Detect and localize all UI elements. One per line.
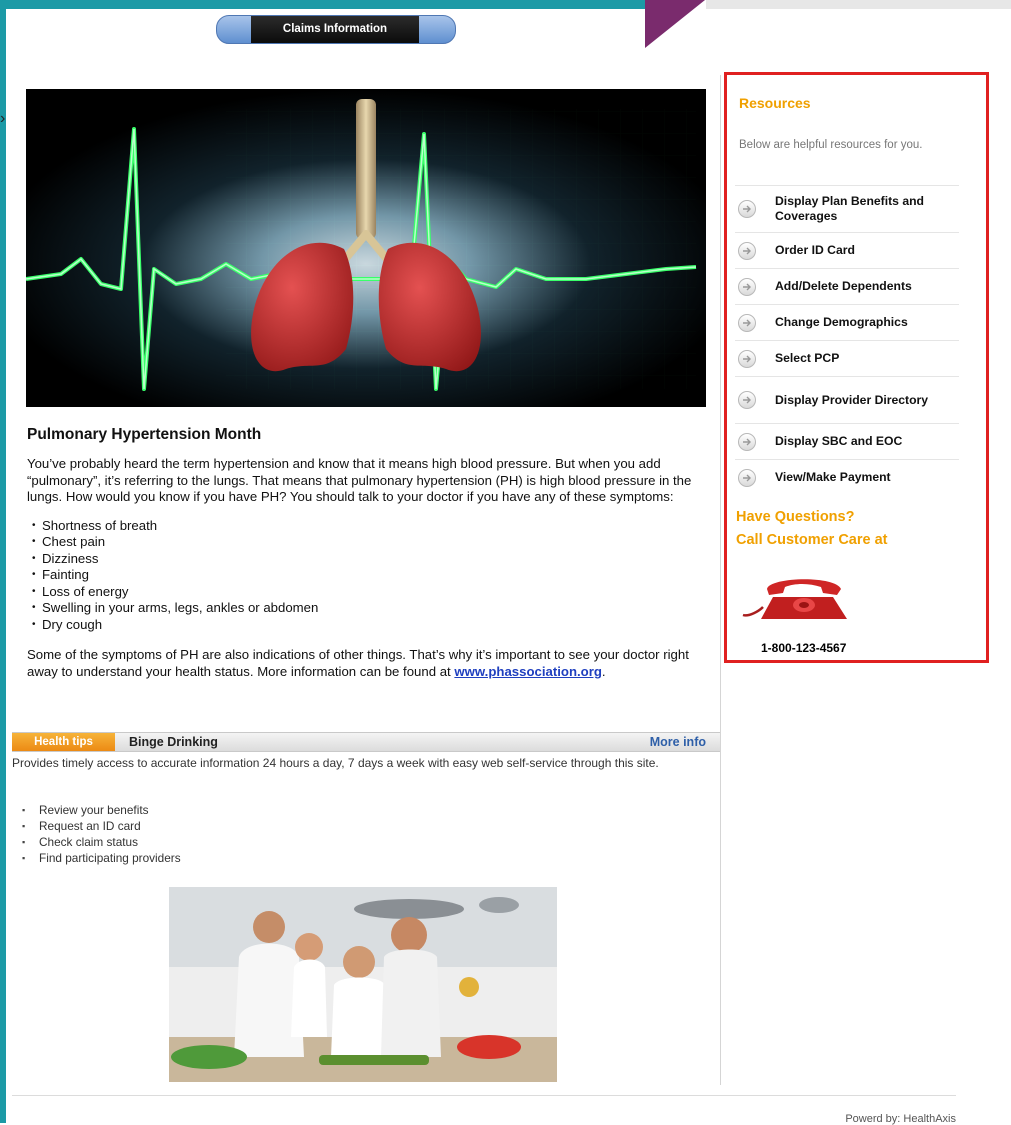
article-body: You’ve probably heard the term hypertens…	[27, 456, 717, 680]
article-title: Pulmonary Hypertension Month	[27, 426, 262, 443]
list-item: Dizziness	[27, 551, 717, 568]
resource-label: View/Make Payment	[775, 470, 891, 484]
more-info-link[interactable]: More info	[650, 733, 706, 751]
resource-label: Display Provider Directory	[775, 392, 929, 407]
list-item: Loss of energy	[27, 584, 717, 601]
list-item: Dry cough	[27, 617, 717, 634]
health-tips-bar: Health tips Binge Drinking More info	[12, 732, 720, 752]
resource-item-change-demographics[interactable]: Change Demographics	[735, 304, 959, 340]
list-item: Fainting	[27, 567, 717, 584]
health-tip-subject: Binge Drinking	[129, 735, 218, 749]
list-item: Review your benefits	[12, 802, 181, 818]
list-item: Shortness of breath	[27, 518, 717, 535]
resource-label: Add/Delete Dependents	[775, 279, 912, 293]
resource-item-plan-benefits[interactable]: Display Plan Benefits and Coverages	[735, 185, 959, 232]
article-intro: You’ve probably heard the term hypertens…	[27, 456, 692, 504]
health-tips-description: Provides timely access to accurate infor…	[12, 756, 659, 770]
telephone-icon	[739, 571, 863, 621]
top-frame-bar	[0, 0, 660, 9]
arrow-right-circle-icon	[738, 241, 756, 260]
arrow-right-circle-icon	[738, 277, 756, 296]
list-item: Check claim status	[12, 834, 181, 850]
arrow-right-circle-icon	[738, 200, 756, 218]
claims-information-button[interactable]: Claims Information	[251, 16, 419, 43]
article-closing: Some of the symptoms of PH are also indi…	[27, 647, 717, 680]
arrow-right-circle-icon	[738, 349, 756, 368]
resource-label: Select PCP	[775, 351, 840, 365]
resource-label: Display Plan Benefits and Coverages	[775, 194, 924, 223]
resource-item-sbc-eoc[interactable]: Display SBC and EOC	[735, 423, 959, 459]
top-strip	[706, 0, 1011, 9]
arrow-right-circle-icon	[738, 468, 756, 487]
list-item: Chest pain	[27, 534, 717, 551]
resource-item-view-make-payment[interactable]: View/Make Payment	[735, 459, 959, 495]
phassociation-link[interactable]: www.phassociation.org	[454, 664, 602, 679]
call-customer-care-heading: Call Customer Care at	[736, 532, 888, 548]
resource-label: Display SBC and EOC	[775, 434, 903, 448]
arrow-right-circle-icon	[738, 432, 756, 451]
resources-title: Resources	[739, 95, 811, 111]
family-kitchen-photo	[169, 887, 557, 1082]
resources-subtitle: Below are helpful resources for you.	[739, 139, 923, 151]
hero-image-lungs	[26, 89, 706, 407]
list-item: Request an ID card	[12, 818, 181, 834]
claims-nav-pill: Claims Information	[216, 15, 456, 44]
edge-glyph: ›	[0, 110, 6, 127]
customer-care-phone: 1-800-123-4567	[761, 641, 847, 655]
resource-label: Change Demographics	[775, 315, 908, 329]
symptom-list: Shortness of breath Chest pain Dizziness…	[27, 518, 717, 634]
resource-item-select-pcp[interactable]: Select PCP	[735, 340, 959, 376]
left-frame-bar	[0, 0, 6, 1123]
list-item: Find participating providers	[12, 850, 181, 866]
resource-item-order-id-card[interactable]: Order ID Card	[735, 232, 959, 268]
resources-panel: Resources Below are helpful resources fo…	[724, 72, 989, 663]
powered-by-text: Powerd by: HealthAxis	[845, 1113, 956, 1125]
closing-end: .	[601, 663, 606, 679]
health-tips-list: Review your benefits Request an ID card …	[12, 802, 181, 866]
health-tips-tab[interactable]: Health tips	[12, 733, 115, 751]
questions-heading: Have Questions?	[736, 509, 855, 525]
arrow-right-circle-icon	[738, 391, 756, 409]
resource-item-add-delete-dependents[interactable]: Add/Delete Dependents	[735, 268, 959, 304]
corner-decoration	[645, 0, 705, 48]
resource-item-provider-directory[interactable]: Display Provider Directory	[735, 376, 959, 423]
main-content: Pulmonary Hypertension Month You’ve prob…	[12, 75, 721, 1085]
resource-label: Order ID Card	[775, 243, 855, 257]
resources-list: Display Plan Benefits and Coverages Orde…	[735, 185, 959, 495]
list-item: Swelling in your arms, legs, ankles or a…	[27, 600, 717, 617]
footer-divider	[12, 1095, 956, 1096]
arrow-right-circle-icon	[738, 313, 756, 332]
